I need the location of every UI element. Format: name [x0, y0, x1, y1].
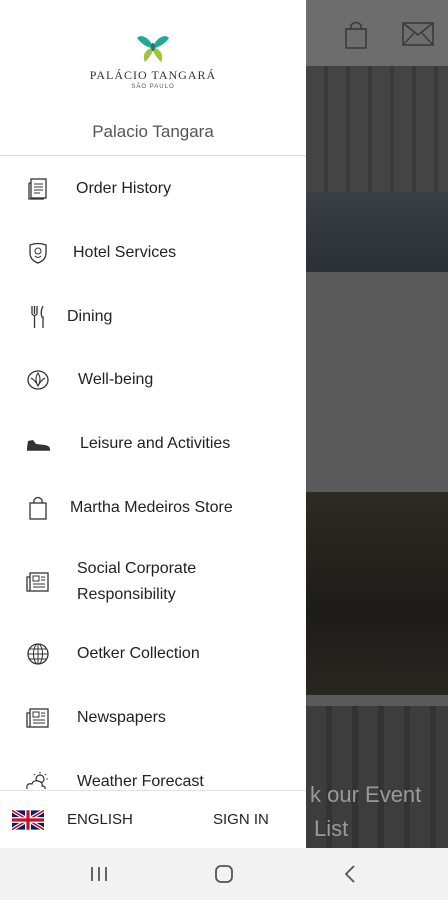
background-photo-restaurant: [306, 492, 448, 695]
menu-item-social-corporate-responsibility[interactable]: Social Corporate Responsibility: [0, 545, 306, 619]
drawer-footer: ENGLISH SIGN IN: [0, 790, 306, 848]
menu-item-label: Leisure and Activities: [80, 435, 231, 452]
shield-crest-icon: [24, 239, 52, 267]
system-nav-bar: [0, 848, 448, 900]
lotus-icon: [24, 366, 52, 394]
background-topbar: [306, 0, 448, 66]
sun-cloud-icon: [24, 768, 52, 789]
menu-item-label: Order History: [76, 180, 172, 197]
menu-item-weather-forecast[interactable]: Weather Forecast: [0, 752, 306, 789]
logo-wordmark: PALÁCIO TANGARÁ: [89, 68, 217, 82]
menu-item-label: Martha Medeiros Store: [70, 499, 233, 516]
home-icon[interactable]: [211, 861, 237, 887]
menu-item-label: Social Corporate Responsibility: [77, 560, 197, 603]
sign-in-button[interactable]: SIGN IN: [213, 811, 269, 828]
menu-item-martha-medeiros-store[interactable]: Martha Medeiros Store: [0, 478, 306, 538]
shopping-bag-icon: [345, 21, 367, 49]
menu-item-order-history[interactable]: Order History: [0, 159, 306, 219]
navigation-drawer: PALÁCIO TANGARÁ SÃO PAULO Palacio Tangar…: [0, 0, 306, 848]
background-app-scrim[interactable]: k our Event List: [306, 0, 448, 848]
menu-item-label: Oetker Collection: [77, 645, 200, 662]
menu-item-dining[interactable]: Dining: [0, 287, 306, 347]
menu-item-leisure[interactable]: Leisure and Activities: [0, 414, 306, 474]
language-selector[interactable]: ENGLISH: [67, 811, 133, 828]
menu-item-well-being[interactable]: Well-being: [0, 350, 306, 410]
menu-item-newspapers[interactable]: Newspapers: [0, 688, 306, 748]
drawer-header: PALÁCIO TANGARÁ SÃO PAULO Palacio Tangar…: [0, 0, 306, 156]
background-event-text: k our Event List: [310, 782, 422, 841]
fork-knife-icon: [24, 303, 52, 331]
sneaker-icon: [24, 430, 52, 458]
tangara-bird-logo-icon: [137, 36, 169, 62]
newspaper-icon: [24, 704, 52, 732]
menu-item-label: Newspapers: [77, 709, 166, 726]
background-photo-building: [306, 66, 448, 272]
menu-item-label: Hotel Services: [73, 244, 177, 261]
logo-city: SÃO PAULO: [131, 84, 175, 90]
shopping-bag-icon: [24, 494, 52, 522]
mail-icon: [402, 22, 434, 46]
receipt-icon: [24, 175, 52, 203]
recents-icon[interactable]: [86, 861, 112, 887]
uk-flag-icon[interactable]: [12, 810, 44, 830]
back-icon[interactable]: [337, 861, 363, 887]
globe-icon: [24, 640, 52, 668]
menu-item-hotel-services[interactable]: Hotel Services: [0, 223, 306, 283]
hotel-name: Palacio Tangara: [92, 122, 214, 141]
menu-item-label: Weather Forecast: [77, 773, 204, 789]
menu-item-oetker-collection[interactable]: Oetker Collection: [0, 624, 306, 684]
newspaper-icon: [24, 568, 52, 596]
menu-item-label: Dining: [67, 308, 113, 325]
menu-item-label: Well-being: [78, 371, 154, 388]
drawer-menu: Order History Hotel Services Dining Well…: [0, 157, 306, 789]
